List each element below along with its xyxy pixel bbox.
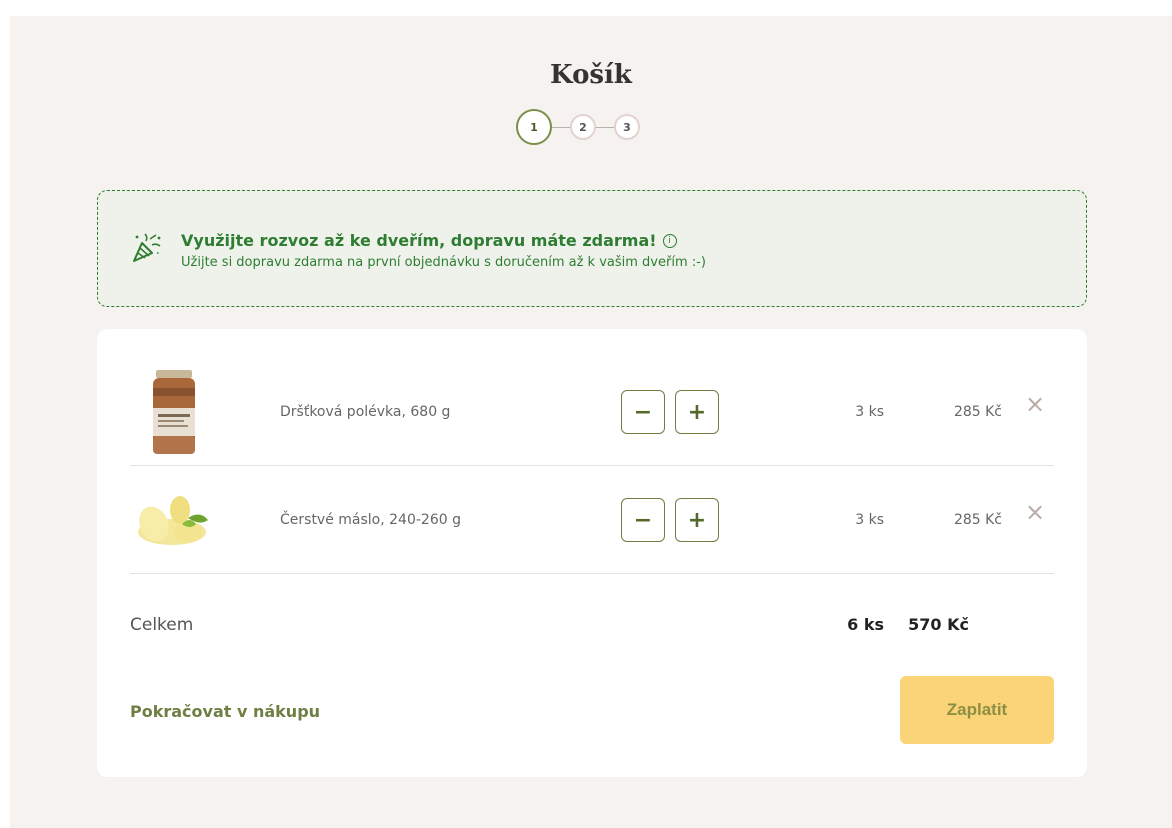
item-name: Dršťková polévka, 680 g [280,404,451,420]
item-price: 285 Kč [953,404,1002,420]
step-1[interactable]: 1 [516,109,552,145]
checkout-steps: 1 2 3 [516,109,640,145]
butter-image [138,496,208,545]
total-quantity: 6 ks [847,615,884,634]
item-quantity: 3 ks [855,404,884,420]
pay-button[interactable]: Zaplatit [900,676,1054,744]
cart-item: Čerstvé máslo, 240-260 g − + 3 ks 285 Kč… [130,466,1054,574]
item-price: 285 Kč [953,512,1002,528]
cart-item: Dršťková polévka, 680 g − + 3 ks 285 Kč … [130,358,1054,466]
party-popper-icon [133,233,161,262]
promo-title-text: Využijte rozvoz až ke dveřím, dopravu má… [181,231,657,250]
cart-page: Košík 1 2 3 Využijte rozvoz až ke dveřím… [10,16,1172,828]
increase-quantity-button[interactable]: + [675,390,719,434]
increase-quantity-button[interactable]: + [675,498,719,542]
item-name: Čerstvé máslo, 240-260 g [280,512,461,528]
soup-jar-image [153,370,195,454]
step-3[interactable]: 3 [614,114,640,140]
item-quantity: 3 ks [855,512,884,528]
remove-item-icon[interactable]: × [1023,500,1047,524]
total-label: Celkem [130,615,194,635]
cart-panel: Dršťková polévka, 680 g − + 3 ks 285 Kč … [97,329,1087,777]
step-2[interactable]: 2 [570,114,596,140]
decrease-quantity-button[interactable]: − [621,498,665,542]
info-icon[interactable]: i [662,233,677,248]
continue-shopping-link[interactable]: Pokračovat v nákupu [130,702,320,721]
step-connector [552,126,570,128]
page-title: Košík [550,60,632,90]
step-connector [596,126,614,128]
promo-subtitle: Užijte si dopravu zdarma na první objedn… [181,255,706,270]
decrease-quantity-button[interactable]: − [621,390,665,434]
promo-title: Využijte rozvoz až ke dveřím, dopravu má… [181,231,677,250]
total-price: 570 Kč [908,615,969,634]
free-delivery-banner: Využijte rozvoz až ke dveřím, dopravu má… [97,190,1087,307]
remove-item-icon[interactable]: × [1023,392,1047,416]
